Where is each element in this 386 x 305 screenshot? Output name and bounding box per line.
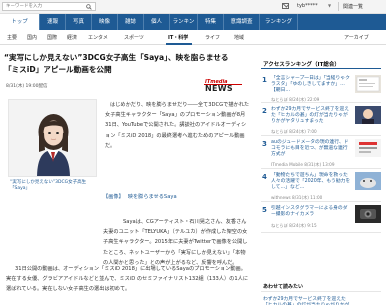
subnav-item-entertainment[interactable]: エンタメ (88, 34, 108, 41)
ranking-title[interactable]: auのジュードメータの現の連行、ドコモラにも目を近つ、が無道な連行方式が (271, 140, 351, 159)
related-heading: あわせて読みたい (263, 284, 304, 290)
nav-item-7[interactable]: 特集 (198, 14, 224, 30)
search-icon[interactable] (86, 4, 92, 10)
nav-item-6[interactable]: ランキング (170, 14, 198, 41)
subnav-item-sports[interactable]: スポーツ (124, 34, 144, 41)
logo-bottom-text: NEWS (205, 84, 233, 93)
divider (261, 201, 381, 202)
nav-item-3[interactable]: 映像 (92, 14, 118, 30)
sidebar: アクセスランキング（IT総合） 1 「全言シャープ一日は」「当経りゃクラスタ」「… (261, 50, 386, 305)
related-article-link[interactable]: わずか29カ月でサービス終了を迎えた「ヒカルの碁」の灯が当たりゃがりかがヤタリュ… (263, 297, 353, 305)
sub-nav: 主要 国内 国際 経済 エンタメ スポーツ IT・科学 ライフ 地域 アーカイブ (0, 30, 386, 45)
image-link-row[interactable]: 【画像】 映を膨らませるSaya (103, 193, 177, 200)
subnav-item-it-science[interactable]: IT・科学 (168, 34, 188, 41)
divider (338, 2, 339, 11)
ranking-number: 1 (262, 76, 267, 84)
main-nav: トップ速報写真映像雑誌個人ランキング特集意識調査ランキング (0, 14, 386, 41)
nav-item-4[interactable]: 雑誌 (118, 14, 144, 30)
article-photo[interactable] (8, 99, 97, 177)
nav-item-0[interactable]: トップ (0, 14, 40, 30)
subnav-item-international[interactable]: 国際 (47, 34, 57, 41)
subnav-item-economy[interactable]: 経済 (67, 34, 77, 41)
archive-link[interactable]: アーカイブ (344, 34, 369, 41)
active-tab-indicator (166, 43, 192, 45)
article-figure: “実写にしか見えない”3DCG女子高生「Saya」 (8, 99, 97, 191)
article-paragraph-3: 31日公開の動画は、オーディション「ミスiD 2018」に出場しているSayaの… (6, 266, 249, 293)
nav-item-9[interactable]: ランキング (260, 14, 298, 30)
ranking-thumbnail[interactable] (355, 106, 381, 124)
ranking-item[interactable]: 4 「動物たちで遊ちん」現命を救った人々の活躍で「2020年、もう勧力をして…」… (261, 172, 383, 200)
ranking-thumbnail[interactable] (355, 139, 381, 157)
ranking-thumbnail[interactable] (355, 75, 381, 93)
ranking-item[interactable]: 1 「全言シャープ一日は」「当経りゃクラスタ」「ゆのしきしてますか」…【朝日… … (261, 75, 383, 102)
nav-item-2[interactable]: 写真 (66, 14, 92, 30)
article: “実写にしか見えない”3DCG女子高生「Saya」、映を脂らませる 「ミスiD」… (4, 50, 252, 305)
ranking-thumbnail[interactable] (355, 205, 381, 223)
divider (261, 168, 381, 169)
girl-portrait-illustration (9, 100, 96, 176)
ranking-item[interactable]: 3 auのジュードメータの現の連行、ドコモラにも目を近つ、が無道な連行方式が I… (261, 139, 383, 167)
access-ranking-heading: アクセスランキング（IT総合） (263, 62, 340, 68)
image-link-tag[interactable]: 【画像】 (103, 194, 124, 200)
ranking-number: 3 (262, 140, 267, 148)
divider (261, 102, 381, 103)
article-paragraph-2: Sayaは、CGアーティスト・石川晃之さん、友香さん夫妻のユニット「TELYUK… (103, 219, 248, 266)
top-bar: tyb***** ▼ 関連一覧 (0, 0, 386, 14)
nav-item-1[interactable]: 速報 (40, 14, 66, 30)
subnav-item-domestic[interactable]: 国内 (27, 34, 37, 41)
user-name[interactable]: tyb***** (297, 3, 318, 9)
ranking-title[interactable]: 「動物たちで遊ちん」現命を救った人々の活躍で「2020年、もう勧力をして…」など… (271, 173, 351, 192)
subnav-item-region[interactable]: 地域 (234, 34, 244, 41)
ranking-number: 2 (262, 107, 267, 115)
divider (261, 291, 381, 292)
nav-item-8[interactable]: 意識調査 (224, 14, 260, 30)
image-link[interactable]: 映を膨らませるSaya (128, 194, 177, 200)
article-title: “実写にしか見えない”3DCG女子高生「Saya」、映を脂らませる 「ミスiD」… (4, 53, 237, 74)
related-list-link[interactable]: 関連一覧 (343, 3, 363, 10)
ranking-number: 5 (262, 206, 267, 214)
ranking-title[interactable]: 引越インスタグラマーによる身のダー撮影のナイカメラ (271, 206, 351, 218)
divider (261, 135, 381, 136)
search-box[interactable] (2, 2, 96, 11)
ranking-title[interactable]: 「全言シャープ一日は」「当経りゃクラスタ」「ゆのしきしてますか」…【朝日… (271, 76, 351, 95)
itmedia-news-logo[interactable]: ITmedia NEWS (204, 79, 248, 94)
divider (261, 232, 381, 233)
ranking-meta: ねとらぼ 8/24(木) 9:15 (271, 223, 317, 228)
search-input[interactable] (3, 3, 79, 10)
article-paragraph-1: はじめかだり、映を膨らませだり――全て3DCGで描かれた女子高生キャラクター「S… (105, 102, 250, 149)
ranking-title[interactable]: わずか29カ月でサービス終了を迎えた「ヒカルの碁」の灯が当たりゃがりかがヤタリュ… (271, 107, 351, 126)
figure-caption[interactable]: “実写にしか見えない”3DCG女子高生「Saya」 (10, 180, 96, 192)
nav-item-5[interactable]: 個人 (144, 14, 170, 30)
subnav-item-life[interactable]: ライフ (205, 34, 220, 41)
mail-icon[interactable] (282, 3, 289, 9)
ranking-item[interactable]: 2 わずか29カ月でサービス終了を迎えた「ヒカルの碁」の灯が当たりゃがりかがヤタ… (261, 106, 383, 134)
ranking-thumbnail[interactable] (355, 172, 381, 190)
subnav-item-main[interactable]: 主要 (7, 34, 17, 41)
ranking-item[interactable]: 5 引越インスタグラマーによる身のダー撮影のナイカメラ ねとらぼ 8/24(木)… (261, 205, 383, 229)
ranking-number: 4 (262, 173, 267, 181)
heading-underline (261, 68, 381, 69)
article-date: 8/31(木) 19:00配信 (6, 84, 48, 89)
chevron-down-icon[interactable]: ▼ (328, 3, 331, 8)
